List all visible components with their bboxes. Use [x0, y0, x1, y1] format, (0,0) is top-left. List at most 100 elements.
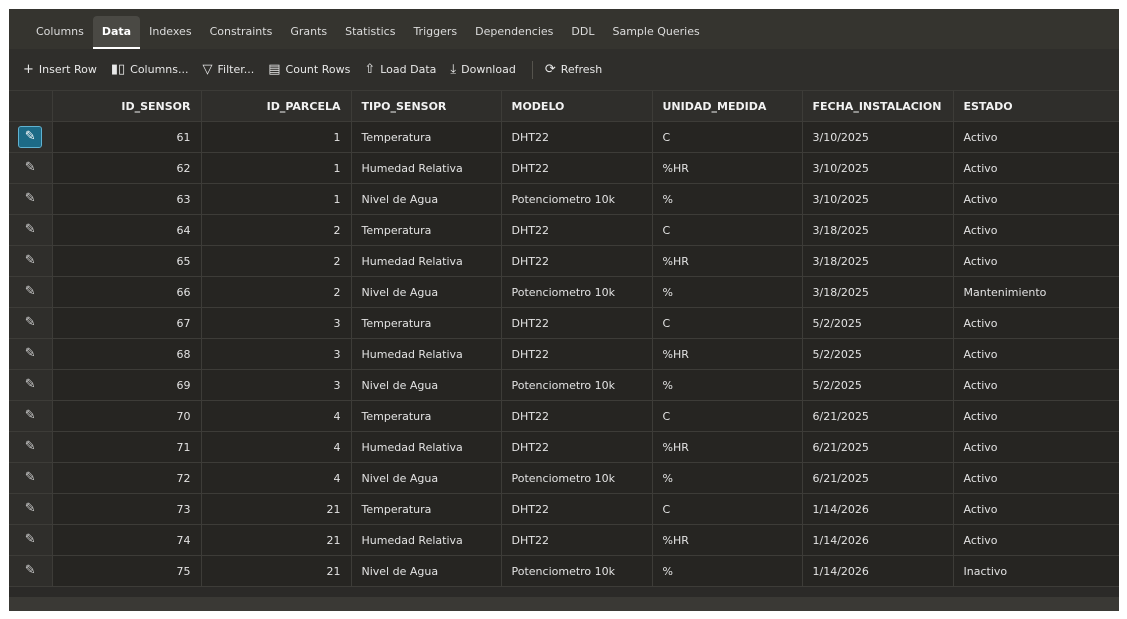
table-cell[interactable]: DHT22 — [501, 307, 653, 339]
table-row[interactable]: ✎ 63 1 Nivel de Agua Potenciometro 10k% 3/10/… — [9, 183, 1119, 215]
pencil-icon[interactable]: ✎ — [19, 251, 41, 271]
table-row[interactable]: ✎ 65 2 Humedad Relativa DHT22 %HR 3/18/2025 Act… — [9, 245, 1119, 277]
table-cell[interactable]: % — [652, 555, 803, 587]
table-cell[interactable]: 1/14/2026 — [802, 555, 954, 587]
table-cell[interactable]: 66 — [52, 276, 202, 308]
table-cell[interactable]: Humedad Relativa — [351, 338, 502, 370]
table-row[interactable]: ✎ 66 2 Nivel de Agua Potenciometro 10k% 3/18/… — [9, 276, 1119, 308]
table-cell[interactable]: Activo — [953, 152, 1119, 184]
table-cell[interactable]: 6/21/2025 — [802, 400, 954, 432]
table-cell[interactable]: Temperatura — [351, 214, 502, 246]
table-row[interactable]: ✎ 70 4 Temperatura DHT22 C 6/21/2025 Activo — [9, 400, 1119, 432]
table-cell[interactable]: Humedad Relativa — [351, 524, 502, 556]
table-cell[interactable]: Activo — [953, 121, 1119, 153]
table-cell[interactable]: Activo — [953, 245, 1119, 277]
table-cell[interactable]: %HR — [652, 245, 803, 277]
table-cell[interactable]: 1/14/2026 — [802, 493, 954, 525]
row-edit-cell[interactable]: ✎ — [9, 214, 53, 246]
row-edit-cell[interactable]: ✎ — [9, 555, 53, 587]
table-cell[interactable]: Potenciometro 10k — [501, 462, 653, 494]
table-cell[interactable]: Nivel de Agua — [351, 462, 502, 494]
table-cell[interactable]: DHT22 — [501, 338, 653, 370]
table-cell[interactable]: 68 — [52, 338, 202, 370]
table-cell[interactable]: Activo — [953, 431, 1119, 463]
table-cell[interactable]: 5/2/2025 — [802, 338, 954, 370]
table-cell[interactable]: 73 — [52, 493, 202, 525]
table-cell[interactable]: DHT22 — [501, 152, 653, 184]
table-cell[interactable]: Activo — [953, 462, 1119, 494]
table-cell[interactable]: Nivel de Agua — [351, 555, 502, 587]
table-cell[interactable]: Activo — [953, 493, 1119, 525]
table-cell[interactable]: DHT22 — [501, 400, 653, 432]
table-cell[interactable]: Activo — [953, 524, 1119, 556]
table-cell[interactable]: Activo — [953, 369, 1119, 401]
insert-row-button[interactable]: + Insert Row — [23, 63, 97, 76]
table-cell[interactable]: 3/18/2025 — [802, 276, 954, 308]
filter-button[interactable]: ▽ Filter... — [203, 63, 255, 76]
table-cell[interactable]: Potenciometro 10k — [501, 183, 653, 215]
table-row[interactable]: ✎ 71 4 Humedad Relativa DHT22 %HR 6/21/2025 Act… — [9, 431, 1119, 463]
table-cell[interactable]: 4 — [201, 400, 352, 432]
table-cell[interactable]: 2 — [201, 245, 352, 277]
pencil-icon[interactable]: ✎ — [19, 499, 41, 519]
table-cell[interactable]: 21 — [201, 555, 352, 587]
pencil-icon[interactable]: ✎ — [19, 282, 41, 302]
row-edit-cell[interactable]: ✎ — [9, 338, 53, 370]
table-cell[interactable]: 21 — [201, 524, 352, 556]
table-cell[interactable]: % — [652, 369, 803, 401]
table-row[interactable]: ✎ 61 1 Temperatura DHT22 C 3/10/2025 Activo — [9, 121, 1119, 153]
table-cell[interactable]: 1 — [201, 121, 352, 153]
table-row[interactable]: ✎ 68 3 Humedad Relativa DHT22 %HR 5/2/2025 Acti… — [9, 338, 1119, 370]
table-cell[interactable]: Nivel de Agua — [351, 369, 502, 401]
table-cell[interactable]: %HR — [652, 431, 803, 463]
table-cell[interactable]: Activo — [953, 307, 1119, 339]
refresh-button[interactable]: ⟳ Refresh — [545, 63, 602, 76]
table-cell[interactable]: 5/2/2025 — [802, 369, 954, 401]
table-row[interactable]: ✎ 75 21 Nivel de Agua Potenciometro 10k% 1/14… — [9, 555, 1119, 587]
table-cell[interactable]: DHT22 — [501, 431, 653, 463]
table-cell[interactable]: Potenciometro 10k — [501, 369, 653, 401]
table-cell[interactable]: DHT22 — [501, 493, 653, 525]
row-edit-cell[interactable]: ✎ — [9, 524, 53, 556]
row-edit-cell[interactable]: ✎ — [9, 400, 53, 432]
table-cell[interactable]: %HR — [652, 152, 803, 184]
table-row[interactable]: ✎ 62 1 Humedad Relativa DHT22 %HR 3/10/2025 Act… — [9, 152, 1119, 184]
tab-indexes[interactable]: Indexes — [140, 25, 200, 49]
row-edit-cell[interactable]: ✎ — [9, 493, 53, 525]
tab-statistics[interactable]: Statistics — [336, 25, 404, 49]
table-cell[interactable]: 2 — [201, 214, 352, 246]
table-row[interactable]: ✎ 74 21 Humedad Relativa DHT22 %HR 1/14/2026 Ac… — [9, 524, 1119, 556]
table-cell[interactable]: 5/2/2025 — [802, 307, 954, 339]
row-edit-cell[interactable]: ✎ — [9, 121, 53, 153]
pencil-icon[interactable]: ✎ — [19, 530, 41, 550]
table-cell[interactable]: 21 — [201, 493, 352, 525]
columns-button[interactable]: ▮▯ Columns... — [111, 63, 189, 76]
table-cell[interactable]: 63 — [52, 183, 202, 215]
pencil-icon[interactable]: ✎ — [19, 313, 41, 333]
table-row[interactable]: ✎ 72 4 Nivel de Agua Potenciometro 10k% 6/21/… — [9, 462, 1119, 494]
table-cell[interactable]: 61 — [52, 121, 202, 153]
table-cell[interactable]: Mantenimiento — [953, 276, 1119, 308]
pencil-icon[interactable]: ✎ — [19, 344, 41, 364]
table-cell[interactable]: Activo — [953, 338, 1119, 370]
table-cell[interactable]: 1/14/2026 — [802, 524, 954, 556]
table-cell[interactable]: C — [652, 307, 803, 339]
row-edit-cell[interactable]: ✎ — [9, 431, 53, 463]
row-edit-cell[interactable]: ✎ — [9, 462, 53, 494]
table-cell[interactable]: C — [652, 121, 803, 153]
column-header[interactable]: ID_PARCELA — [201, 91, 352, 122]
table-cell[interactable]: 64 — [52, 214, 202, 246]
table-cell[interactable]: Temperatura — [351, 121, 502, 153]
table-cell[interactable]: Inactivo — [953, 555, 1119, 587]
row-edit-cell[interactable]: ✎ — [9, 183, 53, 215]
table-cell[interactable]: 72 — [52, 462, 202, 494]
table-cell[interactable]: 62 — [52, 152, 202, 184]
pencil-icon[interactable]: ✎ — [19, 158, 41, 178]
table-cell[interactable]: Nivel de Agua — [351, 183, 502, 215]
table-cell[interactable]: DHT22 — [501, 524, 653, 556]
column-header[interactable]: FECHA_INSTALACION — [802, 91, 954, 122]
table-cell[interactable]: 69 — [52, 369, 202, 401]
table-cell[interactable]: %HR — [652, 524, 803, 556]
table-cell[interactable]: 3/10/2025 — [802, 121, 954, 153]
table-cell[interactable]: 75 — [52, 555, 202, 587]
